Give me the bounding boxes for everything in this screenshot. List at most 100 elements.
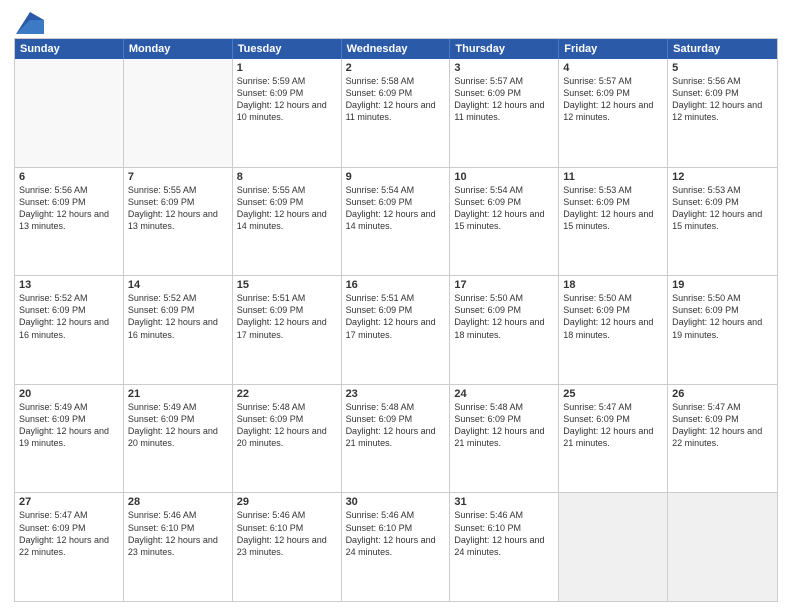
day-number: 9 [346, 171, 446, 183]
cell-info: Sunrise: 5:49 AMSunset: 6:09 PMDaylight:… [19, 401, 119, 450]
calendar-cell: 11Sunrise: 5:53 AMSunset: 6:09 PMDayligh… [559, 168, 668, 276]
cell-info: Sunrise: 5:54 AMSunset: 6:09 PMDaylight:… [454, 184, 554, 233]
calendar-cell: 13Sunrise: 5:52 AMSunset: 6:09 PMDayligh… [15, 276, 124, 384]
day-number: 31 [454, 496, 554, 508]
calendar-cell [15, 59, 124, 167]
cell-info: Sunrise: 5:57 AMSunset: 6:09 PMDaylight:… [563, 75, 663, 124]
day-number: 27 [19, 496, 119, 508]
calendar-cell: 21Sunrise: 5:49 AMSunset: 6:09 PMDayligh… [124, 385, 233, 493]
cell-info: Sunrise: 5:51 AMSunset: 6:09 PMDaylight:… [237, 292, 337, 341]
day-number: 16 [346, 279, 446, 291]
calendar-cell: 2Sunrise: 5:58 AMSunset: 6:09 PMDaylight… [342, 59, 451, 167]
day-number: 8 [237, 171, 337, 183]
cell-info: Sunrise: 5:48 AMSunset: 6:09 PMDaylight:… [454, 401, 554, 450]
calendar-cell: 17Sunrise: 5:50 AMSunset: 6:09 PMDayligh… [450, 276, 559, 384]
logo-icon [16, 12, 44, 34]
calendar-row: 1Sunrise: 5:59 AMSunset: 6:09 PMDaylight… [15, 59, 777, 167]
header-cell-thursday: Thursday [450, 39, 559, 59]
day-number: 29 [237, 496, 337, 508]
day-number: 24 [454, 388, 554, 400]
cell-info: Sunrise: 5:58 AMSunset: 6:09 PMDaylight:… [346, 75, 446, 124]
calendar-cell: 9Sunrise: 5:54 AMSunset: 6:09 PMDaylight… [342, 168, 451, 276]
day-number: 15 [237, 279, 337, 291]
page-container: SundayMondayTuesdayWednesdayThursdayFrid… [0, 0, 792, 612]
cell-info: Sunrise: 5:46 AMSunset: 6:10 PMDaylight:… [454, 509, 554, 558]
cell-info: Sunrise: 5:48 AMSunset: 6:09 PMDaylight:… [346, 401, 446, 450]
cell-info: Sunrise: 5:47 AMSunset: 6:09 PMDaylight:… [563, 401, 663, 450]
day-number: 18 [563, 279, 663, 291]
cell-info: Sunrise: 5:59 AMSunset: 6:09 PMDaylight:… [237, 75, 337, 124]
day-number: 12 [672, 171, 773, 183]
calendar-cell: 23Sunrise: 5:48 AMSunset: 6:09 PMDayligh… [342, 385, 451, 493]
calendar-body: 1Sunrise: 5:59 AMSunset: 6:09 PMDaylight… [15, 59, 777, 601]
calendar-cell: 15Sunrise: 5:51 AMSunset: 6:09 PMDayligh… [233, 276, 342, 384]
header-cell-monday: Monday [124, 39, 233, 59]
calendar-cell: 25Sunrise: 5:47 AMSunset: 6:09 PMDayligh… [559, 385, 668, 493]
cell-info: Sunrise: 5:47 AMSunset: 6:09 PMDaylight:… [19, 509, 119, 558]
calendar-row: 20Sunrise: 5:49 AMSunset: 6:09 PMDayligh… [15, 384, 777, 493]
calendar-cell: 28Sunrise: 5:46 AMSunset: 6:10 PMDayligh… [124, 493, 233, 601]
calendar-cell [124, 59, 233, 167]
day-number: 14 [128, 279, 228, 291]
calendar-row: 13Sunrise: 5:52 AMSunset: 6:09 PMDayligh… [15, 275, 777, 384]
calendar-cell: 1Sunrise: 5:59 AMSunset: 6:09 PMDaylight… [233, 59, 342, 167]
calendar-cell: 18Sunrise: 5:50 AMSunset: 6:09 PMDayligh… [559, 276, 668, 384]
calendar: SundayMondayTuesdayWednesdayThursdayFrid… [14, 38, 778, 602]
cell-info: Sunrise: 5:50 AMSunset: 6:09 PMDaylight:… [454, 292, 554, 341]
cell-info: Sunrise: 5:46 AMSunset: 6:10 PMDaylight:… [346, 509, 446, 558]
day-number: 11 [563, 171, 663, 183]
calendar-cell: 16Sunrise: 5:51 AMSunset: 6:09 PMDayligh… [342, 276, 451, 384]
logo [14, 12, 44, 30]
cell-info: Sunrise: 5:55 AMSunset: 6:09 PMDaylight:… [128, 184, 228, 233]
calendar-cell: 14Sunrise: 5:52 AMSunset: 6:09 PMDayligh… [124, 276, 233, 384]
day-number: 28 [128, 496, 228, 508]
cell-info: Sunrise: 5:53 AMSunset: 6:09 PMDaylight:… [672, 184, 773, 233]
calendar-row: 27Sunrise: 5:47 AMSunset: 6:09 PMDayligh… [15, 492, 777, 601]
day-number: 20 [19, 388, 119, 400]
header-cell-tuesday: Tuesday [233, 39, 342, 59]
day-number: 13 [19, 279, 119, 291]
day-number: 23 [346, 388, 446, 400]
cell-info: Sunrise: 5:52 AMSunset: 6:09 PMDaylight:… [19, 292, 119, 341]
header-cell-saturday: Saturday [668, 39, 777, 59]
calendar-cell: 4Sunrise: 5:57 AMSunset: 6:09 PMDaylight… [559, 59, 668, 167]
cell-info: Sunrise: 5:51 AMSunset: 6:09 PMDaylight:… [346, 292, 446, 341]
calendar-cell: 12Sunrise: 5:53 AMSunset: 6:09 PMDayligh… [668, 168, 777, 276]
calendar-cell: 24Sunrise: 5:48 AMSunset: 6:09 PMDayligh… [450, 385, 559, 493]
page-header [14, 12, 778, 30]
day-number: 22 [237, 388, 337, 400]
day-number: 7 [128, 171, 228, 183]
header-cell-wednesday: Wednesday [342, 39, 451, 59]
calendar-cell: 19Sunrise: 5:50 AMSunset: 6:09 PMDayligh… [668, 276, 777, 384]
header-cell-sunday: Sunday [15, 39, 124, 59]
calendar-header: SundayMondayTuesdayWednesdayThursdayFrid… [15, 39, 777, 59]
calendar-cell: 27Sunrise: 5:47 AMSunset: 6:09 PMDayligh… [15, 493, 124, 601]
cell-info: Sunrise: 5:46 AMSunset: 6:10 PMDaylight:… [237, 509, 337, 558]
header-cell-friday: Friday [559, 39, 668, 59]
cell-info: Sunrise: 5:50 AMSunset: 6:09 PMDaylight:… [563, 292, 663, 341]
cell-info: Sunrise: 5:47 AMSunset: 6:09 PMDaylight:… [672, 401, 773, 450]
cell-info: Sunrise: 5:56 AMSunset: 6:09 PMDaylight:… [672, 75, 773, 124]
day-number: 10 [454, 171, 554, 183]
day-number: 4 [563, 62, 663, 74]
cell-info: Sunrise: 5:52 AMSunset: 6:09 PMDaylight:… [128, 292, 228, 341]
cell-info: Sunrise: 5:55 AMSunset: 6:09 PMDaylight:… [237, 184, 337, 233]
day-number: 25 [563, 388, 663, 400]
cell-info: Sunrise: 5:56 AMSunset: 6:09 PMDaylight:… [19, 184, 119, 233]
day-number: 1 [237, 62, 337, 74]
cell-info: Sunrise: 5:48 AMSunset: 6:09 PMDaylight:… [237, 401, 337, 450]
calendar-cell: 29Sunrise: 5:46 AMSunset: 6:10 PMDayligh… [233, 493, 342, 601]
cell-info: Sunrise: 5:54 AMSunset: 6:09 PMDaylight:… [346, 184, 446, 233]
calendar-cell: 5Sunrise: 5:56 AMSunset: 6:09 PMDaylight… [668, 59, 777, 167]
day-number: 30 [346, 496, 446, 508]
day-number: 19 [672, 279, 773, 291]
cell-info: Sunrise: 5:53 AMSunset: 6:09 PMDaylight:… [563, 184, 663, 233]
day-number: 17 [454, 279, 554, 291]
calendar-cell [559, 493, 668, 601]
calendar-cell: 30Sunrise: 5:46 AMSunset: 6:10 PMDayligh… [342, 493, 451, 601]
cell-info: Sunrise: 5:50 AMSunset: 6:09 PMDaylight:… [672, 292, 773, 341]
day-number: 21 [128, 388, 228, 400]
calendar-cell: 7Sunrise: 5:55 AMSunset: 6:09 PMDaylight… [124, 168, 233, 276]
calendar-cell: 20Sunrise: 5:49 AMSunset: 6:09 PMDayligh… [15, 385, 124, 493]
cell-info: Sunrise: 5:46 AMSunset: 6:10 PMDaylight:… [128, 509, 228, 558]
